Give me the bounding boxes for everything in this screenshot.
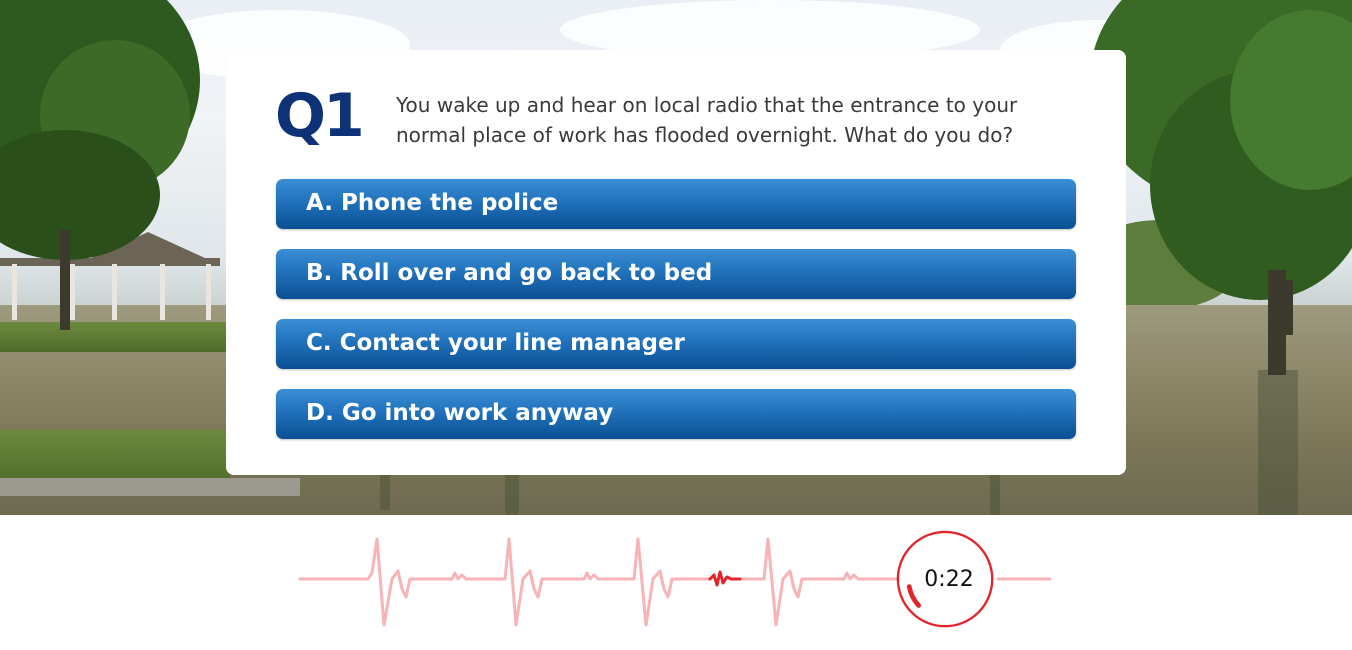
question-number: Q1 bbox=[275, 81, 365, 151]
answer-label: C. Contact your line manager bbox=[306, 330, 685, 356]
question-card: Q1 You wake up and hear on local radio t… bbox=[226, 50, 1126, 475]
quiz-screen: Q1 You wake up and hear on local radio t… bbox=[0, 0, 1352, 650]
answer-label: D. Go into work anyway bbox=[306, 400, 614, 426]
answer-button-b[interactable]: B. Roll over and go back to bed bbox=[276, 249, 1076, 299]
answer-button-c[interactable]: C. Contact your line manager bbox=[276, 319, 1076, 369]
answer-button-d[interactable]: D. Go into work anyway bbox=[276, 389, 1076, 439]
heartbeat-line-icon bbox=[298, 537, 1052, 627]
timer-display: 0:22 bbox=[924, 567, 974, 592]
answer-label: B. Roll over and go back to bed bbox=[306, 260, 713, 286]
answer-label: A. Phone the police bbox=[306, 190, 559, 216]
answer-button-a[interactable]: A. Phone the police bbox=[276, 179, 1076, 229]
timer-bar: 0:22 bbox=[0, 515, 1352, 650]
question-text: You wake up and hear on local radio that… bbox=[396, 93, 1018, 147]
